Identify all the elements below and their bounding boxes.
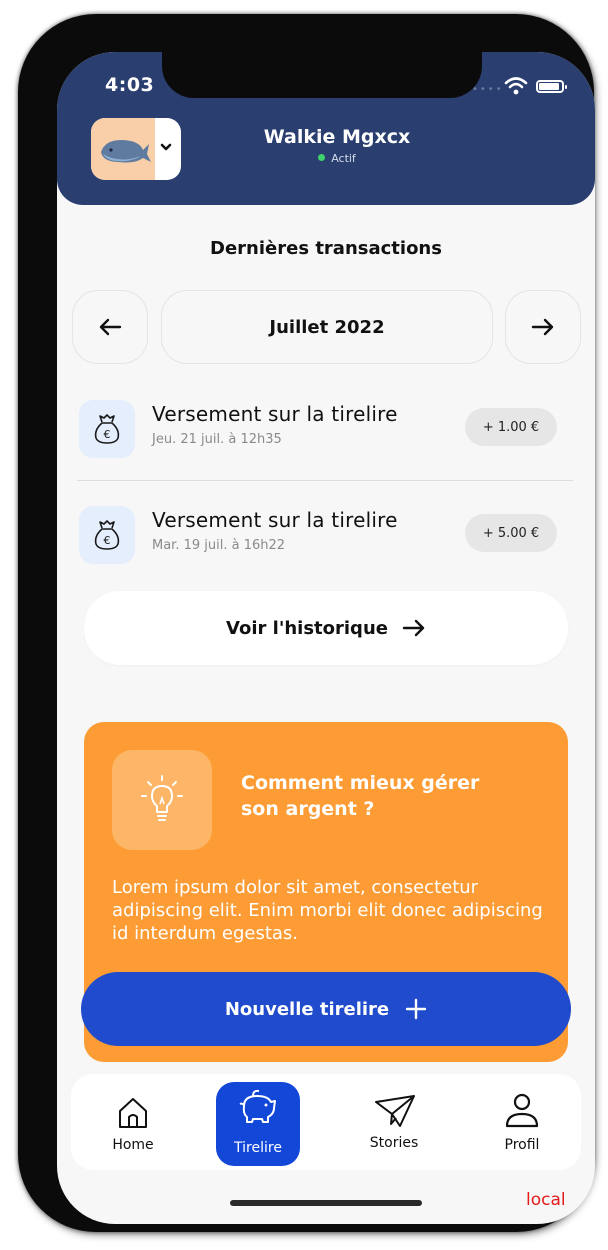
svg-text:€: € (104, 428, 111, 441)
divider (77, 480, 573, 481)
status-icons: •••• (472, 76, 572, 96)
prev-month-button[interactable] (72, 290, 148, 364)
house-icon (119, 1098, 147, 1128)
section-title: Dernières transactions (210, 238, 442, 259)
battery-icon (536, 80, 567, 93)
status-label: Actif (331, 152, 356, 165)
arrow-right-icon (402, 619, 425, 637)
tab-piggy-bank-label: Tirelire (234, 1140, 282, 1156)
new-piggy-bank-button[interactable]: Nouvelle tirelire (81, 972, 571, 1046)
tab-stories-label: Stories (369, 1135, 419, 1151)
arrow-left-icon (99, 318, 122, 336)
transaction-amount: + 5.00 € (465, 514, 557, 552)
money-bag-icon: € (79, 506, 135, 564)
tab-stories[interactable]: Stories (344, 1074, 444, 1170)
new-piggy-bank-label: Nouvelle tirelire (224, 998, 390, 1020)
lightbulb-icon (112, 750, 212, 850)
phone-frame: 4:03 •••• Walkie Mgxcx Actif Dernières t… (18, 14, 595, 1232)
tab-piggy-bank[interactable]: Tirelire (208, 1074, 308, 1170)
user-status: Actif (237, 152, 437, 165)
status-time: 4:03 (105, 74, 155, 96)
avatar (91, 118, 155, 180)
tab-home-label: Home (112, 1137, 154, 1153)
piggy-bank-icon (239, 1089, 276, 1123)
view-history-label: Voir l'historique (226, 617, 388, 639)
user-icon (505, 1093, 539, 1128)
transaction-date: Jeu. 21 juil. à 12h35 (152, 432, 282, 447)
chevron-down-icon (160, 143, 172, 151)
plus-icon (405, 998, 427, 1020)
signal-icon: •••• (472, 84, 504, 95)
wifi-icon (504, 77, 528, 95)
tip-text: Lorem ipsum dolor sit amet, consectetur … (112, 877, 543, 944)
month-selector[interactable]: Juillet 2022 (161, 290, 493, 364)
tip-title: Comment mieux gérer son argent ? (241, 772, 480, 820)
view-history-button[interactable]: Voir l'historique (84, 591, 568, 665)
transaction-title: Versement sur la tirelire (152, 508, 398, 532)
home-indicator (230, 1200, 422, 1206)
app-screen: 4:03 •••• Walkie Mgxcx Actif Dernières t… (57, 52, 595, 1224)
transaction-amount: + 1.00 € (465, 408, 557, 446)
tab-profile[interactable]: Profil (472, 1074, 572, 1170)
tab-profile-label: Profil (504, 1137, 540, 1153)
tab-home[interactable]: Home (83, 1074, 183, 1170)
next-month-button[interactable] (505, 290, 581, 364)
profile-switcher[interactable] (91, 118, 181, 180)
device-notch (162, 52, 482, 98)
svg-text:€: € (104, 534, 111, 547)
transaction-row[interactable]: € Versement sur la tirelire Mar. 19 juil… (77, 504, 577, 574)
status-dot (318, 154, 326, 161)
user-name: Walkie Mgxcx (263, 126, 411, 148)
transaction-title: Versement sur la tirelire (152, 402, 398, 426)
money-bag-icon: € (79, 400, 135, 458)
whale-icon (101, 140, 151, 163)
arrow-right-icon (531, 318, 554, 336)
paper-plane-icon (375, 1095, 415, 1127)
transaction-row[interactable]: € Versement sur la tirelire Jeu. 21 juil… (77, 398, 577, 468)
transaction-date: Mar. 19 juil. à 16h22 (152, 538, 286, 553)
environment-label: local (526, 1190, 566, 1210)
tab-bar: Home Tirelire Stories Profil (71, 1074, 581, 1170)
